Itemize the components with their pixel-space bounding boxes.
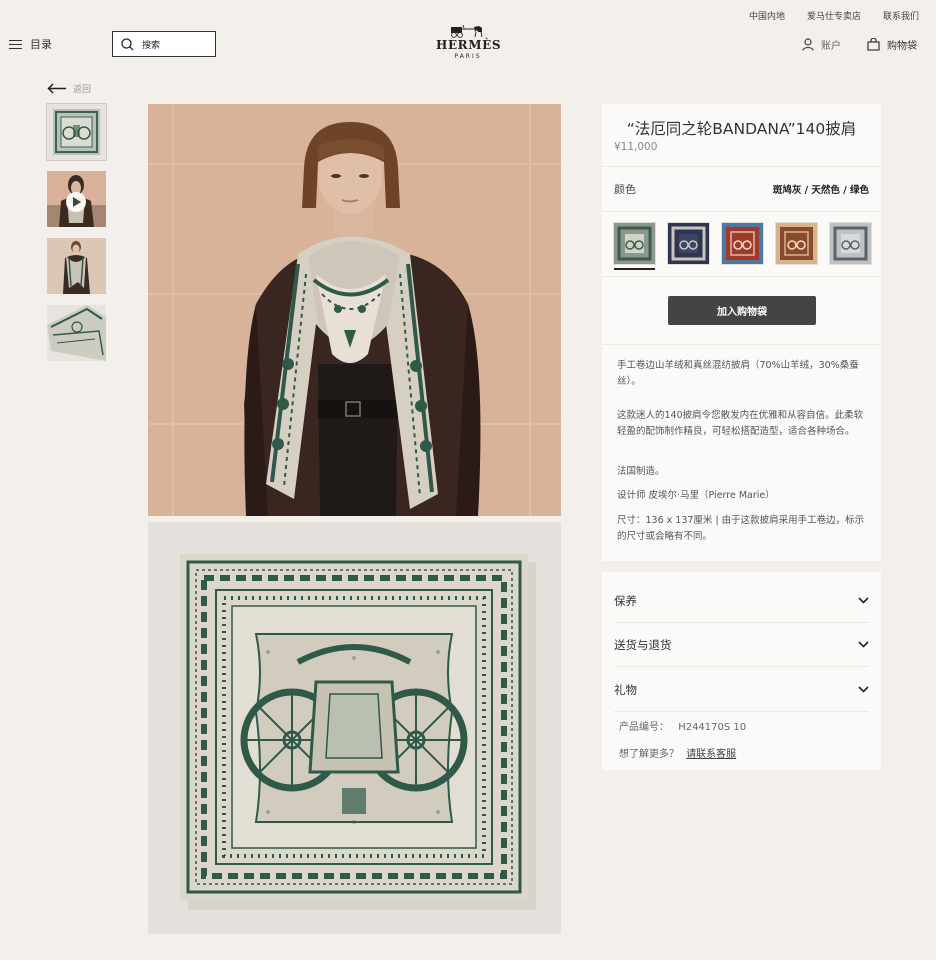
product-details-panel: 保养 送货与退货 礼物 产品编号： H244170S 10 想了解更多？ 请联系…: [602, 572, 881, 770]
swatch-red-blue[interactable]: [722, 223, 763, 264]
product-model-photo[interactable]: [148, 104, 561, 516]
thumbnail-folded[interactable]: [47, 305, 106, 361]
back-link[interactable]: 返回: [47, 82, 91, 95]
description-intro: 这款迷人的140披肩令您散发内在优雅和从容自信。此柔软轻盈的配饰制作精良，可轻松…: [617, 410, 864, 437]
accordion-gift[interactable]: 礼物: [614, 668, 869, 712]
swatch-light-grey[interactable]: [830, 223, 871, 264]
thumbnail-list: [46, 103, 107, 361]
more-info-label: 想了解更多？: [619, 749, 679, 760]
user-icon: [802, 38, 814, 51]
accordion-shipping[interactable]: 送货与退货: [614, 623, 869, 667]
chevron-down-icon: [858, 641, 869, 648]
thumbnail-model[interactable]: [47, 238, 106, 294]
hamburger-icon: [9, 39, 22, 50]
arrow-left-icon: [47, 83, 66, 94]
swatch-brown[interactable]: [776, 223, 817, 264]
menu-button[interactable]: 目录: [9, 36, 52, 52]
description-origin: 法国制造。: [617, 466, 665, 477]
bag-icon: [867, 38, 880, 51]
search-input[interactable]: 搜索: [112, 31, 216, 57]
product-title: “法厄同之轮BANDANA”140披肩: [626, 120, 857, 138]
stores-link[interactable]: 爱马仕专卖店: [807, 9, 861, 22]
brand-logo[interactable]: HERMÈS PARIS: [436, 24, 502, 60]
account-label: 账户: [821, 41, 841, 52]
product-price: ¥11,000: [614, 141, 658, 153]
swatch-grey-green[interactable]: [614, 223, 655, 270]
color-label: 颜色: [614, 183, 636, 196]
contact-service-link[interactable]: 请联系客服: [686, 749, 736, 760]
region-link[interactable]: 中国内地: [749, 9, 785, 22]
add-to-bag-button[interactable]: 加入购物袋: [668, 296, 816, 325]
contact-link[interactable]: 联系我们: [883, 9, 919, 22]
accordion-care[interactable]: 保养: [614, 579, 869, 623]
chevron-down-icon: [858, 597, 869, 604]
accordion-gift-label: 礼物: [614, 682, 637, 697]
product-reference: 产品编号： H244170S 10: [619, 718, 746, 733]
description-size: 尺寸：136 x 137厘米 | 由于这款披肩采用手工卷边，标示的尺寸或会略有不…: [617, 515, 865, 542]
utility-links: 中国内地 爱马仕专卖店 联系我们: [749, 9, 919, 22]
description-designer: 设计师 皮埃尔·马里（Pierre Marie）: [617, 490, 775, 501]
divider: [602, 344, 881, 345]
color-swatches: [614, 223, 871, 270]
divider: [602, 276, 881, 277]
shopping-bag-button[interactable]: 购物袋: [867, 37, 917, 52]
thumbnail-video[interactable]: [47, 171, 106, 227]
divider: [602, 166, 881, 167]
thumbnail-scarf-flat[interactable]: [46, 103, 107, 161]
product-scarf-photo[interactable]: [148, 522, 561, 934]
accordion-shipping-label: 送货与退货: [614, 637, 672, 652]
swatch-navy[interactable]: [668, 223, 709, 264]
product-info-panel: “法厄同之轮BANDANA”140披肩 ¥11,000 颜色 斑鸠灰 / 天然色…: [602, 104, 881, 561]
logo-subtext: PARIS: [454, 53, 482, 60]
account-button[interactable]: 账户: [802, 37, 841, 52]
more-info: 想了解更多？ 请联系客服: [619, 745, 736, 760]
search-label: 搜索: [142, 40, 161, 51]
reference-value: H244170S 10: [678, 722, 747, 733]
carriage-logo-icon: [451, 24, 483, 38]
chevron-down-icon: [858, 686, 869, 693]
divider: [602, 211, 881, 212]
description-material: 手工卷边山羊绒和真丝混纺披肩（70%山羊绒，30%桑蚕丝）。: [617, 360, 859, 387]
back-label: 返回: [73, 85, 92, 95]
bag-label: 购物袋: [887, 41, 917, 52]
menu-label: 目录: [30, 38, 52, 51]
logo-text: HERMÈS: [436, 38, 502, 52]
reference-label: 产品编号：: [619, 722, 669, 733]
color-value: 斑鸠灰 / 天然色 / 绿色: [772, 185, 869, 196]
accordion-care-label: 保养: [614, 593, 637, 608]
search-icon: [121, 37, 134, 50]
